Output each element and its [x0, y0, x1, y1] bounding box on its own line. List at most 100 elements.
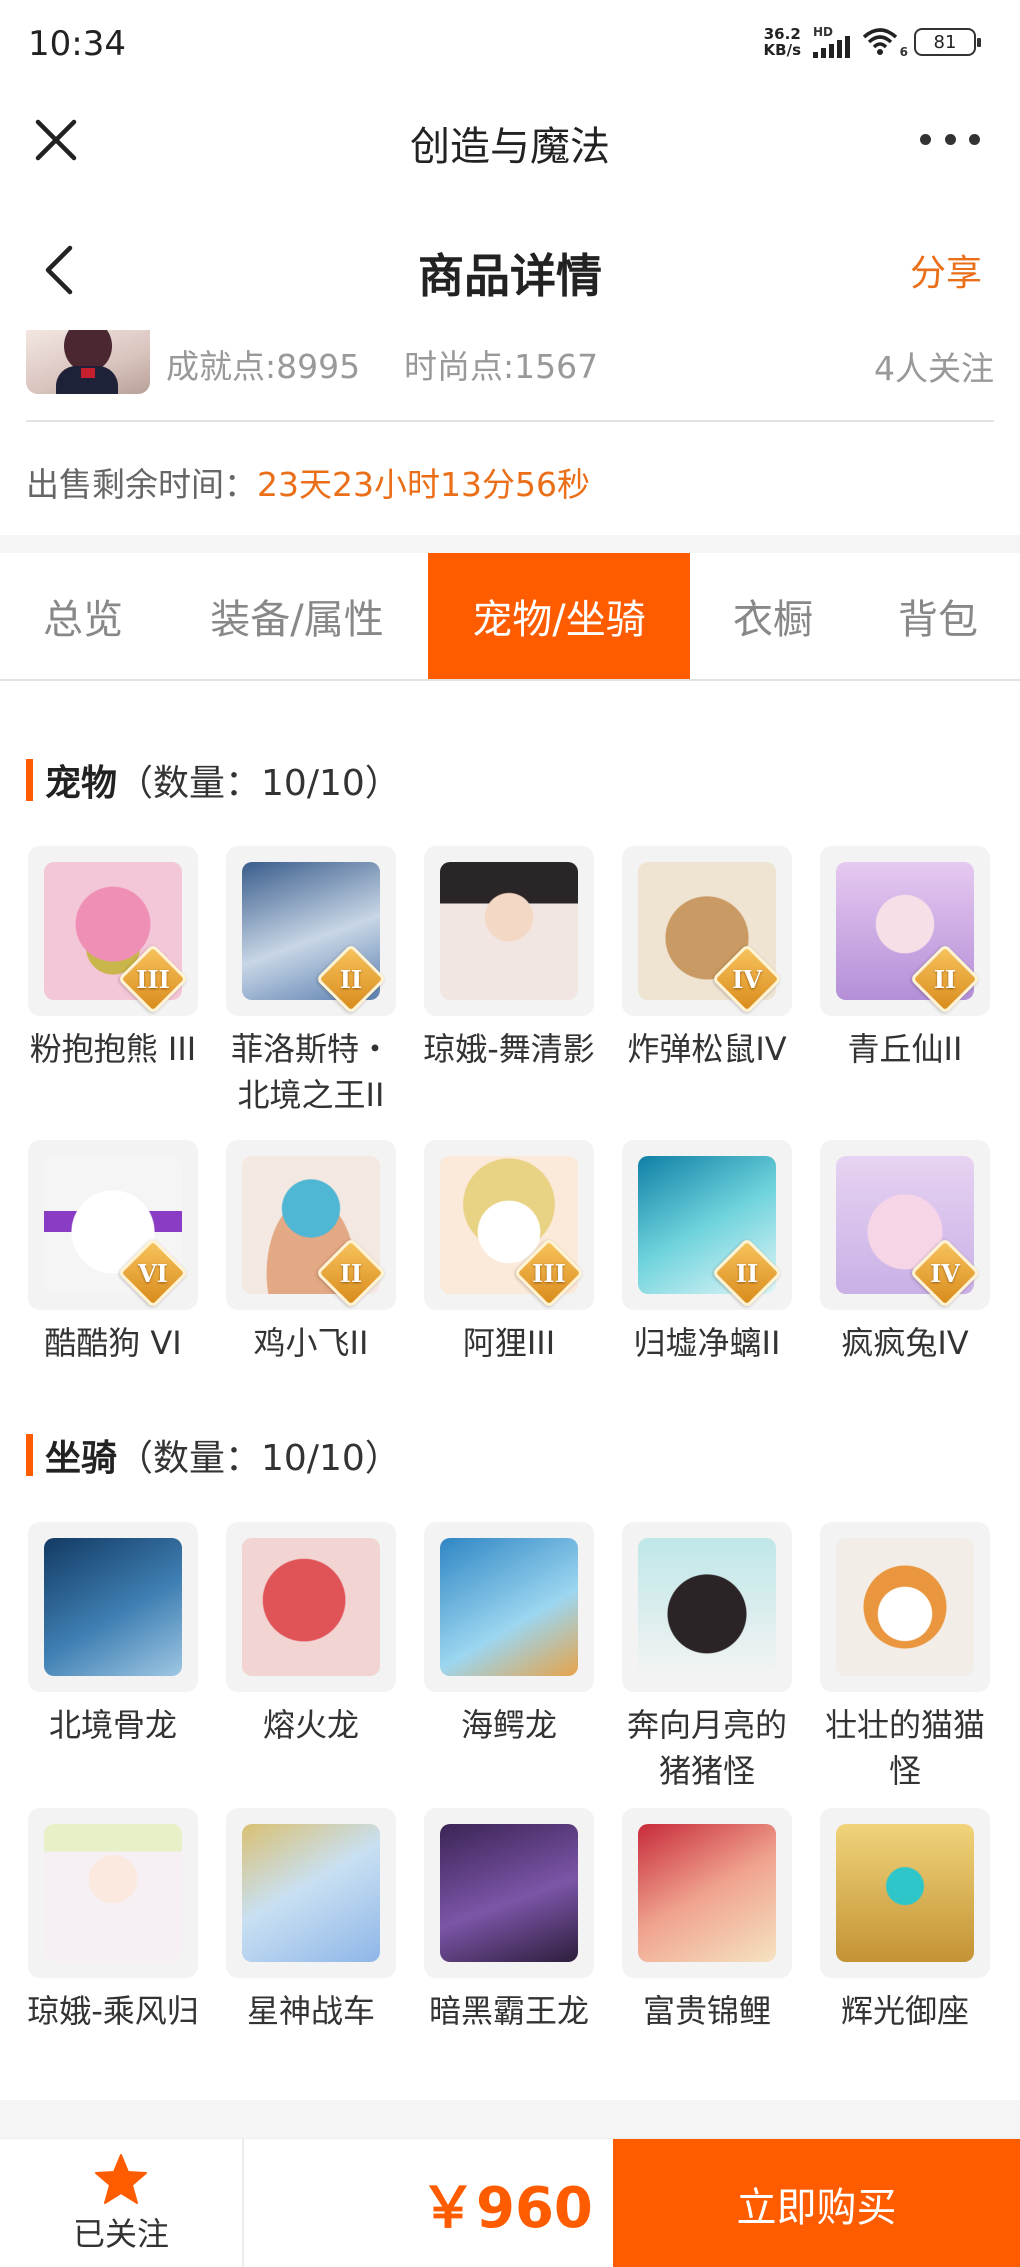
mounts-grid: 北境骨龙 熔火龙 海鳄龙 奔向月亮的猪猪怪 壮壮的猫猫怪琼娥-乘风归 星神战车 暗黑霸王龙 富…: [27, 1522, 992, 2034]
net-speed-unit: KB/s: [763, 41, 801, 59]
grade-badge-label: VI: [138, 1258, 168, 1288]
mount-name: 星神战车: [246, 1992, 375, 2030]
mount-item[interactable]: 北境骨龙: [28, 1522, 198, 1794]
status-bar: 10:34 36.2 KB/s HD 6 81: [0, 0, 1020, 92]
fashion-points: 时尚点:1567: [404, 347, 599, 386]
battery-level: 81: [933, 31, 957, 53]
pet-name: 琼娥-舞清影: [423, 1030, 595, 1068]
pet-item[interactable]: VI 酷酷狗 VI: [28, 1140, 198, 1366]
pet-item[interactable]: II 鸡小飞II: [226, 1140, 396, 1366]
mount-thumbnail: [226, 1808, 396, 1978]
pets-grid: III 粉抱抱熊 III II 菲洛斯特・北境之王II 琼娥-舞清影 IV 炸弹松鼠IV II…: [28, 846, 992, 1366]
grade-badge-label: II: [339, 1258, 363, 1288]
page-title: 商品详情: [418, 249, 602, 303]
mount-image: [836, 1538, 974, 1676]
mount-item[interactable]: 富贵锦鲤: [622, 1808, 792, 2034]
mount-name: 辉光御座: [840, 1992, 969, 2030]
mount-image: [836, 1824, 974, 1962]
pet-item[interactable]: II 归墟净螭II: [622, 1140, 792, 1366]
cellular-block: HD: [813, 26, 850, 58]
pet-thumbnail: [424, 846, 594, 1016]
mount-item[interactable]: 海鳄龙: [424, 1522, 594, 1794]
tab-pets-mounts[interactable]: 宠物/坐骑: [428, 553, 690, 679]
mount-item[interactable]: 辉光御座: [820, 1808, 990, 2034]
status-time: 10:34: [28, 24, 126, 64]
buy-now-button[interactable]: 立即购买: [613, 2139, 1020, 2267]
mount-name: 奔向月亮的猪猪怪: [626, 1706, 787, 1790]
mount-item[interactable]: 琼娥-乘风归: [27, 1808, 199, 2034]
tab-overview[interactable]: 总览: [0, 553, 166, 679]
mount-item[interactable]: 暗黑霸王龙: [424, 1808, 594, 2034]
mount-name: 暗黑霸王龙: [428, 1992, 589, 2030]
follower-count: 4人关注: [874, 349, 994, 388]
pet-name: 疯疯兔IV: [841, 1324, 969, 1362]
pet-name: 青丘仙II: [847, 1030, 963, 1068]
mount-image: [44, 1538, 182, 1676]
sale-remaining-time: 出售剩余时间：23天23小时13分56秒: [26, 458, 590, 506]
mount-name: 琼娥-乘风归: [27, 1992, 199, 2030]
tab-equipment[interactable]: 装备/属性: [166, 553, 428, 679]
status-icons: 36.2 KB/s HD 6 81: [763, 25, 981, 59]
share-button[interactable]: 分享: [910, 244, 982, 296]
seller-stats: 成就点:8995 时尚点:1567 4人关注: [26, 330, 994, 422]
pet-name: 炸弹松鼠IV: [627, 1030, 787, 1068]
pet-item[interactable]: IV 炸弹松鼠IV: [622, 846, 792, 1118]
mount-thumbnail: [28, 1522, 198, 1692]
app-title: 创造与魔法: [410, 124, 610, 170]
mount-thumbnail: [424, 1522, 594, 1692]
pet-thumbnail: IV: [622, 846, 792, 1016]
pet-item[interactable]: III 粉抱抱熊 III: [28, 846, 198, 1118]
app-header: 创造与魔法: [0, 92, 1020, 187]
pet-image: [440, 862, 578, 1000]
network-type: HD: [813, 25, 834, 39]
grade-badge-label: II: [933, 964, 957, 994]
pets-count: （数量：10/10）: [117, 763, 401, 804]
sale-time-value: 23天23小时13分56秒: [257, 465, 590, 504]
grade-badge-label: IV: [732, 964, 762, 994]
follow-button[interactable]: 已关注: [0, 2139, 244, 2267]
tab-wardrobe[interactable]: 衣橱: [690, 553, 856, 679]
mounts-title: 坐骑: [45, 1438, 118, 1479]
divider: [0, 2100, 1020, 2138]
mount-thumbnail: [424, 1808, 594, 1978]
pet-thumbnail: II: [820, 846, 990, 1016]
mount-thumbnail: [28, 1808, 198, 1978]
pet-item[interactable]: II 菲洛斯特・北境之王II: [226, 846, 396, 1118]
more-icon[interactable]: [920, 122, 980, 156]
achievement-points: 成就点:8995: [166, 347, 361, 386]
pet-item[interactable]: 琼娥-舞清影: [423, 846, 595, 1118]
mount-name: 海鳄龙: [460, 1706, 557, 1744]
pet-item[interactable]: IV 疯疯兔IV: [820, 1140, 990, 1366]
grade-badge-label: III: [532, 1258, 566, 1288]
mount-item[interactable]: 星神战车: [226, 1808, 396, 2034]
net-speed-value: 36.2: [763, 25, 801, 43]
mount-thumbnail: [226, 1522, 396, 1692]
tab-bar: 总览 装备/属性 宠物/坐骑 衣橱 背包: [0, 553, 1020, 681]
pet-item[interactable]: II 青丘仙II: [820, 846, 990, 1118]
price: ￥960: [420, 2176, 593, 2241]
mount-thumbnail: [622, 1522, 792, 1692]
page-header: 商品详情 分享: [0, 220, 1020, 320]
pet-name: 粉抱抱熊 III: [29, 1030, 197, 1068]
grade-badge-label: II: [339, 964, 363, 994]
bottom-action-bar: 已关注 ￥960 立即购买: [0, 2138, 1020, 2267]
wifi-icon: 6: [862, 27, 908, 59]
mount-name: 熔火龙: [262, 1706, 359, 1744]
sale-time-label: 出售剩余时间：: [26, 465, 257, 504]
mount-item[interactable]: 奔向月亮的猪猪怪: [622, 1522, 792, 1794]
pet-item[interactable]: III 阿狸III: [424, 1140, 594, 1366]
mount-image: [440, 1538, 578, 1676]
mount-name: 北境骨龙: [48, 1706, 177, 1744]
pet-thumbnail: III: [28, 846, 198, 1016]
mount-item[interactable]: 壮壮的猫猫怪: [820, 1522, 990, 1794]
tab-backpack[interactable]: 背包: [856, 553, 1020, 679]
grade-badge-label: III: [136, 964, 170, 994]
wifi-label: 6: [899, 45, 908, 59]
pets-title: 宠物: [45, 763, 118, 804]
mount-thumbnail: [622, 1808, 792, 1978]
mount-image: [44, 1824, 182, 1962]
section-marker: [26, 759, 33, 801]
mount-name: 富贵锦鲤: [642, 1992, 771, 2030]
mount-item[interactable]: 熔火龙: [226, 1522, 396, 1794]
cellular-signal-icon: [813, 36, 850, 58]
